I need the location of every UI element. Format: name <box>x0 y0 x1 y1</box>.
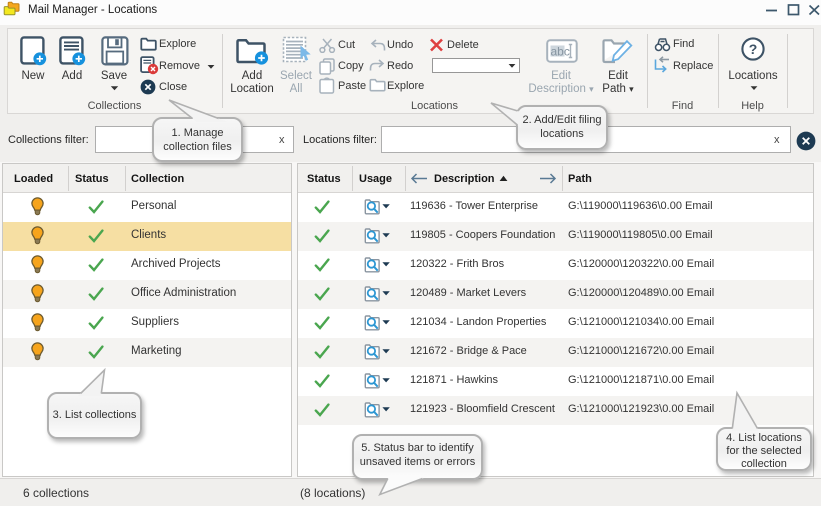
svg-text:?: ? <box>749 41 758 57</box>
svg-text:abc: abc <box>551 45 570 59</box>
